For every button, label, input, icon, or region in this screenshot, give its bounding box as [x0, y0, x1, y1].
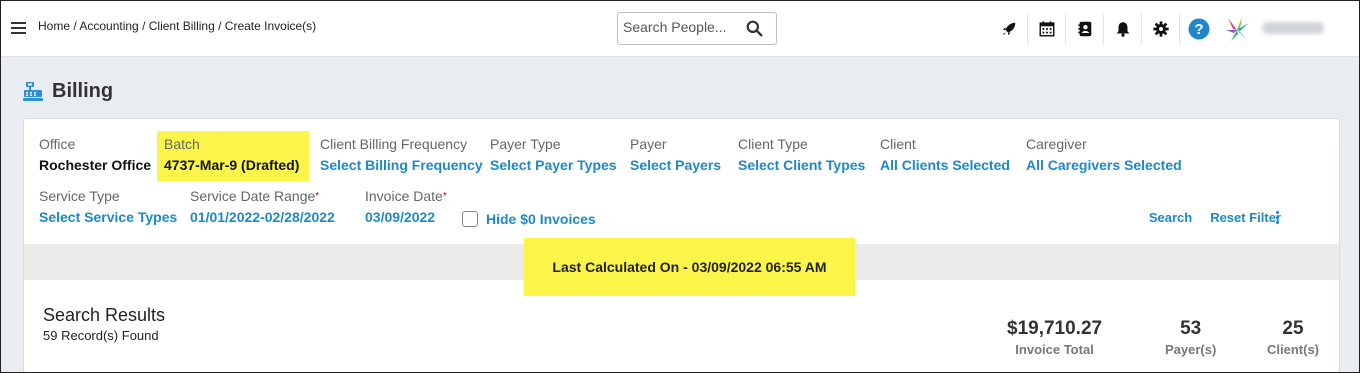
- payer-value[interactable]: Select Payers: [630, 157, 721, 174]
- invoice-date-filter[interactable]: Invoice Date* 03/09/2022: [365, 188, 447, 226]
- caregiver-value[interactable]: All Caregivers Selected: [1026, 157, 1182, 174]
- cash-register-icon: [23, 82, 43, 101]
- service-date-range-filter[interactable]: Service Date Range* 01/01/2022-02/28/202…: [190, 188, 335, 226]
- last-calculated-text: Last Calculated On - 03/09/2022 06:55 AM: [552, 259, 827, 275]
- rocket-button[interactable]: [990, 13, 1028, 45]
- batch-filter[interactable]: Batch 4737-Mar-9 (Drafted): [164, 136, 299, 174]
- service-date-range-value[interactable]: 01/01/2022-02/28/2022: [190, 209, 335, 226]
- toolbar-icons: ?: [990, 13, 1218, 45]
- client-type-filter[interactable]: Client Type Select Client Types: [738, 136, 865, 174]
- payer-type-filter[interactable]: Payer Type Select Payer Types: [490, 136, 617, 174]
- page-title: Billing: [52, 79, 114, 102]
- clients-value: 25: [1282, 318, 1304, 339]
- calendar-icon: [1039, 21, 1054, 37]
- required-marker: *: [315, 191, 320, 202]
- required-marker: *: [442, 191, 447, 202]
- invoice-date-label: Invoice Date*: [365, 188, 447, 204]
- batch-label: Batch: [164, 136, 200, 152]
- client-filter[interactable]: Client All Clients Selected: [880, 136, 1010, 174]
- calendar-button[interactable]: [1028, 13, 1066, 45]
- gear-icon: [1152, 21, 1169, 37]
- invoice-total-label: Invoice Total: [1015, 342, 1094, 357]
- svg-text:?: ?: [1194, 21, 1203, 38]
- settings-button[interactable]: [1142, 13, 1180, 45]
- last-calculated-highlight: Last Calculated On - 03/09/2022 06:55 AM: [524, 238, 855, 296]
- contacts-icon: [1077, 21, 1091, 37]
- results-count: 59 Record(s) Found: [43, 328, 159, 343]
- service-type-filter[interactable]: Service Type Select Service Types: [39, 188, 177, 226]
- payer-type-label: Payer Type: [490, 136, 561, 152]
- company-logo-icon[interactable]: [1222, 14, 1252, 44]
- rocket-icon: [1002, 22, 1015, 36]
- client-label: Client: [880, 136, 916, 152]
- service-type-label: Service Type: [39, 188, 120, 204]
- filter-actions: Search Reset Filter: [1131, 210, 1281, 225]
- results-title: Search Results: [43, 305, 166, 325]
- invoice-date-value[interactable]: 03/09/2022: [365, 209, 447, 226]
- invoice-total-stat: $19,710.27 Invoice Total: [1007, 318, 1102, 358]
- contacts-button[interactable]: [1066, 13, 1104, 45]
- search-input[interactable]: [623, 19, 743, 35]
- help-button[interactable]: ?: [1180, 13, 1218, 45]
- clients-label: Client(s): [1267, 342, 1319, 357]
- help-icon: ?: [1188, 18, 1210, 40]
- service-type-value[interactable]: Select Service Types: [39, 209, 177, 226]
- payers-value: 53: [1180, 318, 1202, 339]
- payers-stat: 53 Payer(s): [1165, 318, 1216, 358]
- top-bar: Home / Accounting / Client Billing / Cre…: [0, 0, 1360, 57]
- search-icon[interactable]: [746, 20, 763, 37]
- office-label: Office: [39, 136, 76, 152]
- breadcrumb-accounting[interactable]: Accounting: [79, 19, 138, 33]
- billing-frequency-value[interactable]: Select Billing Frequency: [320, 157, 483, 174]
- breadcrumb-home[interactable]: Home: [38, 19, 70, 33]
- breadcrumb-create-invoices: Create Invoice(s): [224, 19, 317, 33]
- page-header: Billing: [22, 78, 113, 104]
- caregiver-label: Caregiver: [1026, 136, 1087, 152]
- billing-frequency-label: Client Billing Frequency: [320, 136, 468, 152]
- reset-filter-button[interactable]: Reset Filter: [1210, 210, 1281, 225]
- office-filter[interactable]: Office Rochester Office: [39, 136, 151, 174]
- payers-label: Payer(s): [1165, 342, 1217, 357]
- payer-filter[interactable]: Payer Select Payers: [630, 136, 721, 174]
- billing-frequency-filter[interactable]: Client Billing Frequency Select Billing …: [320, 136, 483, 174]
- caregiver-filter[interactable]: Caregiver All Caregivers Selected: [1026, 136, 1182, 174]
- client-type-label: Client Type: [738, 136, 808, 152]
- hide-zero-invoices[interactable]: Hide $0 Invoices: [462, 211, 596, 227]
- breadcrumb-client-billing[interactable]: Client Billing: [149, 19, 215, 33]
- office-value[interactable]: Rochester Office: [39, 157, 151, 174]
- user-name-blurred[interactable]: [1262, 22, 1324, 34]
- menu-icon[interactable]: [11, 22, 26, 34]
- hide-zero-label[interactable]: Hide $0 Invoices: [486, 211, 596, 227]
- batch-value[interactable]: 4737-Mar-9 (Drafted): [164, 157, 299, 174]
- client-type-value[interactable]: Select Client Types: [738, 157, 865, 174]
- payer-label: Payer: [630, 136, 667, 152]
- notifications-button[interactable]: [1104, 13, 1142, 45]
- client-value[interactable]: All Clients Selected: [880, 157, 1010, 174]
- clients-stat: 25 Client(s): [1267, 318, 1319, 358]
- bell-icon: [1116, 22, 1129, 37]
- hide-zero-checkbox[interactable]: [462, 211, 478, 227]
- breadcrumb: Home / Accounting / Client Billing / Cre…: [38, 19, 317, 33]
- service-date-range-label: Service Date Range*: [190, 188, 320, 204]
- payer-type-value[interactable]: Select Payer Types: [490, 157, 617, 174]
- more-options-icon[interactable]: [1276, 211, 1280, 225]
- search-box[interactable]: [617, 12, 777, 45]
- filter-card: Office Rochester Office Batch 4737-Mar-9…: [23, 118, 1340, 373]
- invoice-total-value: $19,710.27: [1007, 318, 1103, 339]
- search-button[interactable]: Search: [1149, 210, 1192, 225]
